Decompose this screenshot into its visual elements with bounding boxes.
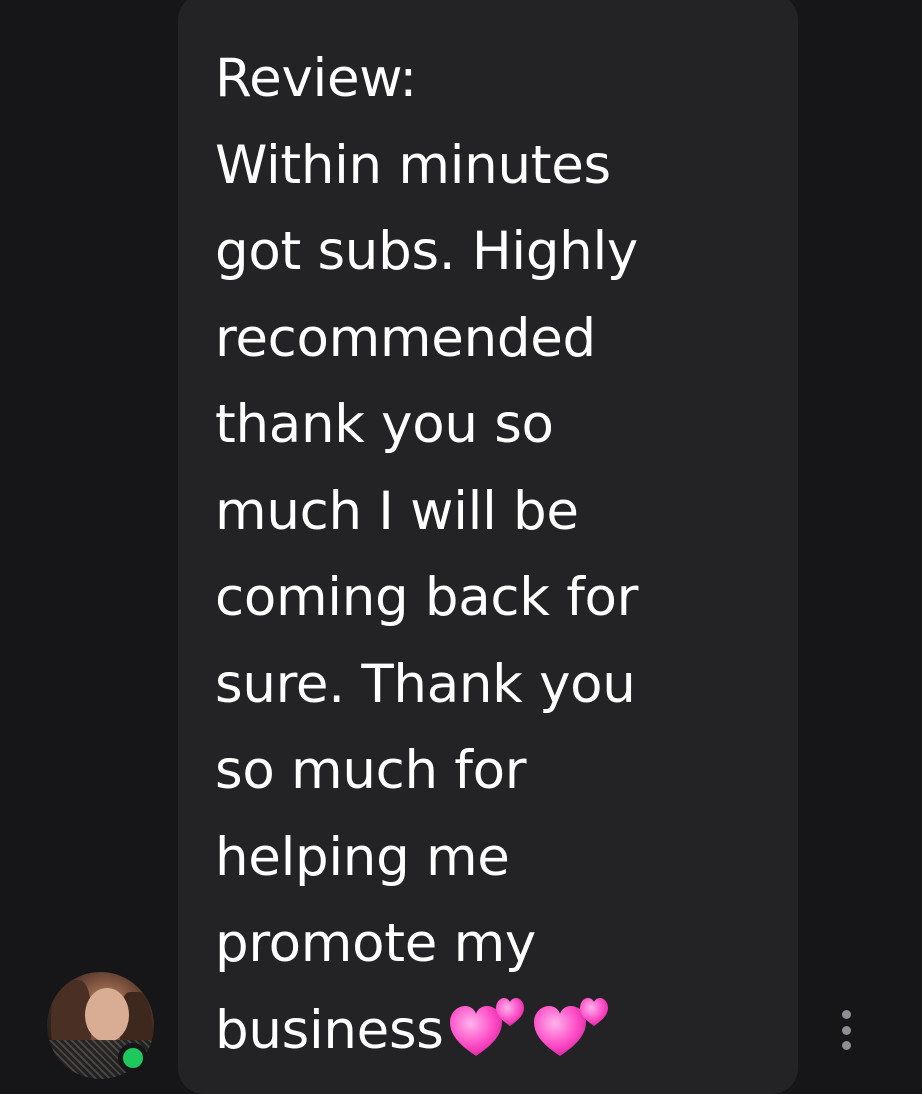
chat-screen: Review: Within minutes got subs. Highly … [0,0,922,1094]
message-line: got subs. Highly [215,221,638,282]
two-hearts-icon [533,997,608,1056]
message-line: sure. Thank you [215,653,636,715]
message-line: promote my [215,913,536,974]
online-status-badge [118,1043,148,1073]
message-line: helping me [215,826,510,888]
dot [841,1025,851,1035]
dot [841,1010,851,1019]
message-text: Review: Within minutes got subs. Highly … [215,36,775,1074]
message-line: recommended [215,307,596,369]
message-line: thank you so [215,394,554,455]
message-line-last: business [215,988,775,1075]
message-line: much I will be [215,480,579,542]
dot [841,1041,851,1050]
message-line: coming back for [215,567,639,628]
message-line: Within minutes [215,134,611,196]
message-line: so much for [215,740,527,801]
two-hearts-emoji-group [449,996,620,1056]
two-hearts-icon [449,997,524,1056]
vertical-ellipsis-icon[interactable] [836,1010,856,1050]
avatar-photo-part [85,988,129,1042]
message-line: business [215,999,444,1061]
message-line: Review: [215,48,417,109]
